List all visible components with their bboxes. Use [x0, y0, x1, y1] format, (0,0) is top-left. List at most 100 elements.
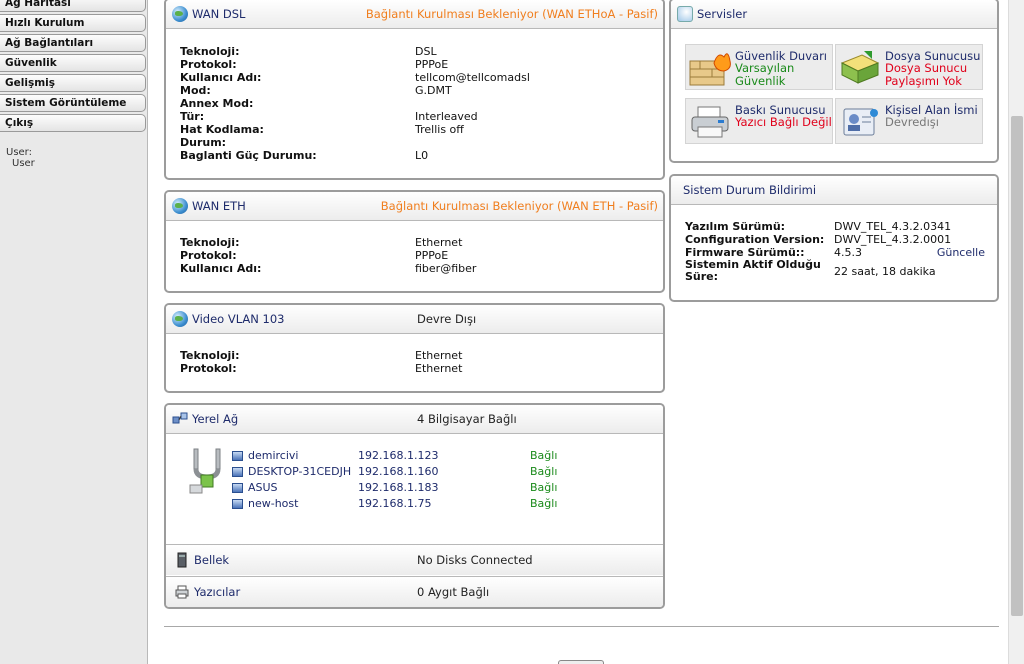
service-status-line: Paylaşımı Yok: [885, 74, 962, 88]
detail-key: Protokol:: [180, 362, 237, 375]
scrollbar-thumb[interactable]: [1011, 116, 1023, 616]
config-version-label: Configuration Version:: [685, 233, 825, 246]
service-file-server[interactable]: Dosya Sunucusu Dosya Sunucu Paylaşımı Yo…: [835, 44, 983, 90]
lan-host-row[interactable]: new-host 192.168.1.75 Bağlı: [232, 496, 652, 512]
detail-row: Kullanıcı Adı: tellcom@tellcomadsl: [180, 71, 657, 84]
sidebar-item-network-connections[interactable]: Ağ Bağlantıları: [0, 34, 146, 52]
wan-dsl-panel: WAN DSL Bağlantı Kurulması Bekleniyor (W…: [164, 0, 665, 180]
firewall-icon: [688, 49, 732, 87]
storage-row[interactable]: Bellek No Disks Connected: [166, 544, 663, 575]
computer-icon: [232, 499, 243, 509]
wan-eth-status: Bağlantı Kurulması Bekleniyor (WAN ETH -…: [380, 199, 658, 213]
detail-row: Mod: G.DMT: [180, 84, 657, 97]
detail-value: Ethernet: [415, 349, 463, 362]
detail-row: Annex Mod:: [180, 97, 657, 110]
detail-key: Tür:: [180, 110, 205, 123]
service-status-line: Yazıcı Bağlı Değil: [735, 115, 832, 129]
sidebar-item-advanced[interactable]: Gelişmiş: [0, 74, 146, 92]
lan-host-row[interactable]: DESKTOP-31CEDJH 192.168.1.160 Bağlı: [232, 464, 652, 480]
host-name: ASUS: [248, 481, 278, 494]
wan-eth-header: WAN ETH Bağlantı Kurulması Bekleniyor (W…: [166, 192, 663, 221]
detail-row: Teknoloji: Ethernet: [180, 236, 657, 249]
sidebar-item-system-monitoring[interactable]: Sistem Görüntüleme: [0, 94, 146, 112]
detail-row: Tür: Interleaved: [180, 110, 657, 123]
storage-title: Bellek: [194, 553, 230, 567]
computer-icon: [232, 451, 243, 461]
user-label: User:: [6, 147, 32, 158]
host-name: demircivi: [248, 449, 299, 462]
service-status: Devredışı: [885, 116, 939, 129]
firmware-update-link[interactable]: Güncelle: [937, 246, 985, 259]
sidebar: Ağ Haritası Hızlı Kurulum Ağ Bağlantılar…: [0, 0, 148, 664]
service-firewall[interactable]: Güvenlik Duvarı Varsayılan Güvenlik: [685, 44, 833, 90]
detail-value: Trellis off: [415, 123, 464, 136]
lan-status: 4 Bilgisayar Bağlı: [417, 412, 517, 426]
video-vlan-header: Video VLAN 103 Devre Dışı: [166, 305, 663, 334]
system-status-title: Sistem Durum Bildirimi: [683, 183, 817, 197]
bottom-button[interactable]: [558, 660, 604, 664]
detail-value: Ethernet: [415, 362, 463, 375]
service-status: Varsayılan Güvenlik: [735, 62, 794, 88]
wan-dsl-details: Teknoloji: DSL Protokol: PPPoE Kullanıcı A…: [180, 45, 657, 162]
lan-host-row[interactable]: demircivi 192.168.1.123 Bağlı: [232, 448, 652, 464]
wan-eth-details: Teknoloji: Ethernet Protokol: PPPoE Kullan…: [180, 236, 657, 275]
switch-icon: [186, 447, 232, 497]
detail-row: Protokol: PPPoE: [180, 58, 657, 71]
detail-row: Kullanıcı Adı: fiber@fiber: [180, 262, 657, 275]
sidebar-item-logout[interactable]: Çıkış: [0, 114, 146, 132]
system-status-header: Sistem Durum Bildirimi: [671, 176, 997, 205]
firmware-version-value: 4.5.3: [834, 246, 862, 259]
globe-icon: [172, 311, 188, 327]
detail-row: Protokol: Ethernet: [180, 362, 657, 375]
detail-key: Kullanıcı Adı:: [180, 71, 262, 84]
vertical-scrollbar[interactable]: [1008, 0, 1024, 664]
lan-header: Yerel Ağ 4 Bilgisayar Bağlı: [166, 405, 663, 434]
storage-icon: [174, 552, 190, 568]
sidebar-item-network-map[interactable]: Ağ Haritası: [0, 0, 146, 12]
detail-row: Teknoloji: DSL: [180, 45, 657, 58]
host-ip: 192.168.1.160: [358, 465, 439, 478]
detail-value: tellcom@tellcomadsl: [415, 71, 530, 84]
detail-row: Durum:: [180, 136, 657, 149]
detail-value: Interleaved: [415, 110, 478, 123]
host-status: Bağlı: [530, 481, 558, 494]
detail-value: Ethernet: [415, 236, 463, 249]
user-info: User: User: [6, 147, 35, 169]
detail-value: PPPoE: [415, 249, 449, 262]
printers-row[interactable]: Yazıcılar 0 Aygıt Bağlı: [166, 576, 663, 607]
host-ip: 192.168.1.183: [358, 481, 439, 494]
host-status: Bağlı: [530, 497, 558, 510]
status-row: Sistemin Aktif Olduğu Süre: 22 saat, 18 …: [685, 259, 985, 285]
service-personal-domain[interactable]: Kişisel Alan İsmi Devredışı: [835, 98, 983, 144]
detail-value: G.DMT: [415, 84, 452, 97]
detail-key: Mod:: [180, 84, 211, 97]
user-value: User: [12, 158, 35, 169]
detail-value: PPPoE: [415, 58, 449, 71]
config-version-value: DWV_TEL_4.3.2.0001: [834, 233, 952, 246]
detail-value: DSL: [415, 45, 437, 58]
system-status-details: Yazılım Sürümü: DWV_TEL_4.3.2.0341 Confi…: [685, 220, 985, 285]
video-vlan-panel: Video VLAN 103 Devre Dışı Teknoloji: Ethe…: [164, 303, 665, 393]
host-status: Bağlı: [530, 465, 558, 478]
detail-key: Teknoloji:: [180, 45, 240, 58]
services-title: Servisler: [697, 7, 748, 21]
detail-key: Teknoloji:: [180, 236, 240, 249]
video-vlan-details: Teknoloji: Ethernet Protokol: Ethernet: [180, 349, 657, 375]
services-header: Servisler: [671, 0, 997, 29]
printers-title: Yazıcılar: [194, 585, 241, 599]
globe-icon: [172, 198, 188, 214]
sidebar-item-quick-setup[interactable]: Hızlı Kurulum: [0, 14, 146, 32]
print-server-icon: [688, 103, 732, 141]
service-print-server[interactable]: Baskı Sunucusu Yazıcı Bağlı Değil: [685, 98, 833, 144]
host-name: new-host: [248, 497, 299, 510]
detail-row: Baglanti Güç Durumu: L0: [180, 149, 657, 162]
lan-host-row[interactable]: ASUS 192.168.1.183 Bağlı: [232, 480, 652, 496]
file-server-icon: [838, 49, 882, 87]
sidebar-menu: Ağ Haritası Hızlı Kurulum Ağ Bağlantılar…: [0, 0, 146, 134]
detail-key: Protokol:: [180, 58, 237, 71]
detail-value: fiber@fiber: [415, 262, 477, 275]
detail-row: Hat Kodlama: Trellis off: [180, 123, 657, 136]
wan-dsl-header: WAN DSL Bağlantı Kurulması Bekleniyor (W…: [166, 0, 663, 29]
sidebar-item-security[interactable]: Güvenlik: [0, 54, 146, 72]
detail-row: Protokol: PPPoE: [180, 249, 657, 262]
